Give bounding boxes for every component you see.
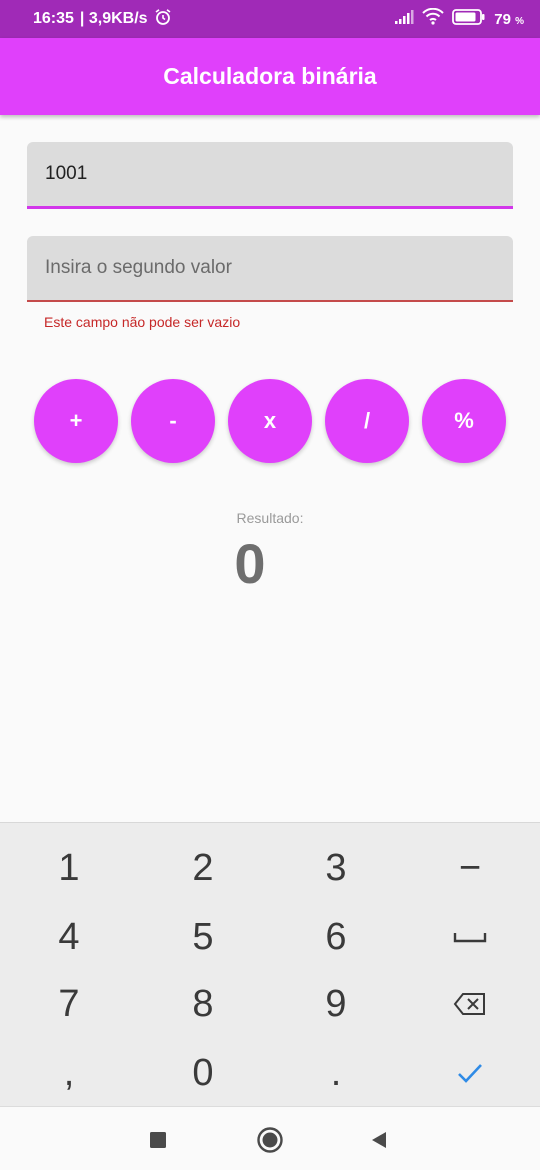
status-speed: | 3,9KB/s	[79, 10, 148, 27]
status-bar: 16:35 | 3,9KB/s 79 %	[0, 0, 540, 38]
square-icon	[150, 1132, 166, 1148]
result-label: Resultado:	[236, 510, 304, 526]
key-space[interactable]	[403, 903, 537, 971]
battery-unit: %	[515, 15, 524, 27]
key-4[interactable]: 4	[2, 903, 136, 971]
operation-buttons: + - x / %	[34, 379, 506, 463]
result-value: 0	[234, 532, 266, 595]
key-done[interactable]	[403, 1039, 537, 1107]
space-icon	[453, 933, 487, 943]
back-button[interactable]	[362, 1123, 396, 1157]
status-left: 16:35 | 3,9KB/s	[33, 8, 172, 31]
back-triangle-icon	[372, 1132, 386, 1148]
first-value-field[interactable]	[27, 142, 513, 209]
status-right: 79 %	[394, 7, 524, 30]
key-2[interactable]: 2	[136, 834, 270, 902]
key-6[interactable]: 6	[269, 903, 403, 971]
numeric-keyboard: 1 2 3 − 4 5 6 7 8 9 , 0 .	[0, 822, 540, 1106]
key-3[interactable]: 3	[269, 834, 403, 902]
key-7[interactable]: 7	[2, 970, 136, 1038]
battery-percent: 79 %	[494, 11, 524, 28]
key-comma[interactable]: ,	[2, 1039, 136, 1107]
battery-icon	[452, 8, 486, 30]
page-title: Calculadora binária	[163, 63, 377, 89]
alarm-icon	[154, 8, 172, 31]
modulo-button[interactable]: %	[422, 379, 506, 463]
multiply-button[interactable]: x	[228, 379, 312, 463]
recents-button[interactable]	[141, 1123, 175, 1157]
backspace-icon	[453, 993, 485, 1015]
home-button[interactable]	[253, 1123, 287, 1157]
key-8[interactable]: 8	[136, 970, 270, 1038]
second-value-error: Este campo não pode ser vazio	[44, 314, 241, 330]
status-time: 16:35	[33, 10, 74, 27]
first-value-input[interactable]	[45, 163, 485, 185]
battery-value: 79	[494, 10, 511, 28]
second-value-input[interactable]	[45, 257, 485, 279]
divide-button[interactable]: /	[325, 379, 409, 463]
key-0[interactable]: 0	[136, 1039, 270, 1107]
add-button[interactable]: +	[34, 379, 118, 463]
key-period[interactable]: .	[269, 1039, 403, 1107]
check-icon	[458, 1064, 482, 1083]
signal-icon	[394, 9, 414, 30]
key-minus[interactable]: −	[403, 834, 537, 902]
subtract-button[interactable]: -	[131, 379, 215, 463]
key-5[interactable]: 5	[136, 903, 270, 971]
system-nav-bar	[0, 1106, 540, 1170]
key-1[interactable]: 1	[2, 834, 136, 902]
second-value-field[interactable]	[27, 236, 513, 302]
home-circle-icon	[257, 1127, 283, 1153]
key-backspace[interactable]	[403, 970, 537, 1038]
wifi-icon	[422, 7, 444, 30]
key-9[interactable]: 9	[269, 970, 403, 1038]
app-bar: Calculadora binária	[0, 38, 540, 115]
